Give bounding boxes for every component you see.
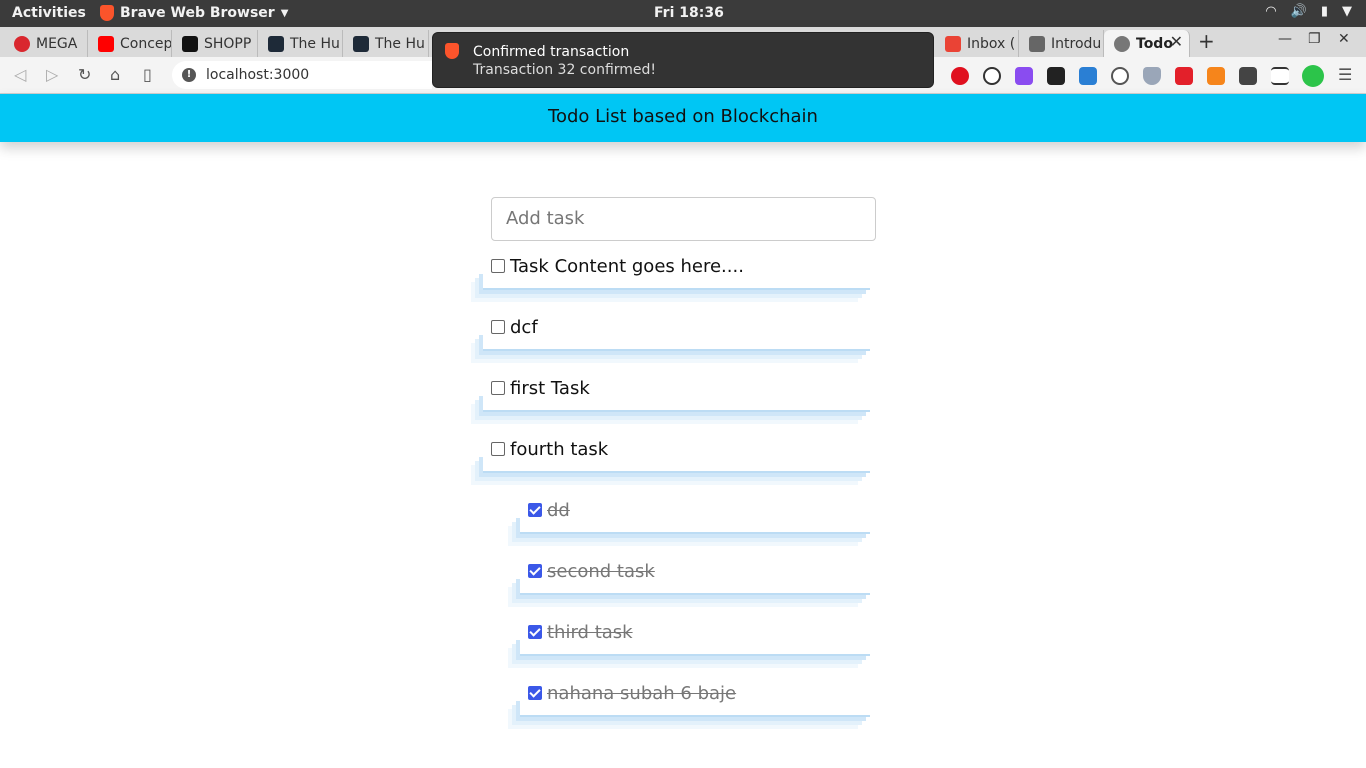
app-menu[interactable]: Brave Web Browser ▼ [100, 5, 288, 21]
task-item-completed[interactable]: nahana subah 6 baje [528, 681, 736, 705]
chevron-down-icon: ▼ [1342, 4, 1352, 19]
tab-label: The Hu [375, 35, 425, 52]
task-checkbox-checked[interactable] [528, 564, 542, 578]
task-checkbox[interactable] [491, 381, 505, 395]
mega-icon [14, 35, 30, 52]
tab-mega[interactable]: MEGA [4, 30, 88, 57]
notification-title: Confirmed transaction [473, 44, 630, 60]
task-item[interactable]: Task Content goes here.... [491, 254, 744, 278]
volume-icon: 🔊 [1290, 4, 1307, 19]
notification-body: Transaction 32 confirmed! [473, 62, 657, 78]
lh-extension-icon[interactable] [1047, 67, 1065, 85]
minimize-button[interactable]: — [1278, 31, 1292, 47]
opera-extension-icon[interactable] [951, 67, 969, 85]
hub-icon [353, 35, 369, 52]
transaction-notification[interactable]: Confirmed transaction Transaction 32 con… [432, 32, 934, 88]
task-checkbox-checked[interactable] [528, 503, 542, 517]
add-task-input[interactable]: Add task [491, 197, 876, 241]
task-checkbox[interactable] [491, 442, 505, 456]
a-extension-icon[interactable] [983, 67, 1001, 85]
tab-concept[interactable]: Concep [88, 30, 172, 57]
tab-label: Inbox ( [967, 35, 1016, 52]
address-bar[interactable]: ! localhost:3000 [172, 61, 432, 89]
task-item-completed[interactable]: dd [528, 498, 570, 522]
task-shadow [483, 329, 870, 349]
task-item-completed[interactable]: second task [528, 559, 655, 583]
task-label: nahana subah 6 baje [547, 682, 737, 704]
task-label: dcf [510, 316, 538, 338]
playlist-icon[interactable] [1271, 67, 1289, 85]
url-text: localhost:3000 [206, 67, 310, 83]
brave-icon [445, 43, 459, 59]
battery-icon: ▮ [1320, 4, 1328, 19]
menu-icon[interactable]: ☰ [1338, 65, 1352, 84]
gmail-icon [945, 35, 961, 52]
brave-icon [100, 5, 114, 21]
metamask-icon[interactable] [1207, 67, 1225, 85]
youtube-icon [98, 35, 114, 52]
y-logo-icon [182, 35, 198, 52]
task-label: first Task [510, 377, 590, 399]
profile-avatar[interactable] [1302, 65, 1324, 87]
task-label: third task [547, 621, 633, 643]
task-shadow [520, 512, 870, 532]
task-label: fourth task [510, 438, 609, 460]
puzzle-extensions-icon[interactable] [1239, 67, 1257, 85]
page-header: Todo List based on Blockchain [0, 94, 1366, 142]
tab-label: Concep [120, 35, 172, 52]
task-item-completed[interactable]: third task [528, 620, 633, 644]
page-title: Todo List based on Blockchain [548, 106, 818, 127]
tab-introduction[interactable]: Introdu [1019, 30, 1104, 57]
close-window-button[interactable]: ✕ [1338, 31, 1350, 47]
tab-label: SHOPP [204, 35, 252, 52]
task-item[interactable]: first Task [491, 376, 590, 400]
tab-label: The Hu [290, 35, 340, 52]
task-checkbox-checked[interactable] [528, 625, 542, 639]
task-checkbox[interactable] [491, 320, 505, 334]
task-item[interactable]: fourth task [491, 437, 608, 461]
tab-inbox[interactable]: Inbox ( [935, 30, 1019, 57]
system-tray[interactable]: ◠ 🔊 ▮ ▼ [1265, 4, 1352, 19]
circle-extension-icon[interactable] [1111, 67, 1129, 85]
chevron-down-icon: ▼ [280, 7, 289, 19]
tab-todo-active[interactable]: Todo ✕ [1104, 30, 1190, 57]
task-label: Task Content goes here.... [510, 255, 744, 277]
task-checkbox[interactable] [491, 259, 505, 273]
color-extension-icon[interactable] [1015, 67, 1033, 85]
tab-the-hub-2[interactable]: The Hu [343, 30, 429, 57]
add-task-placeholder: Add task [506, 208, 585, 229]
globe-icon [1114, 35, 1130, 52]
shield-extension-icon[interactable] [1143, 67, 1161, 85]
tab-label: MEGA [36, 35, 78, 52]
lt-extension-icon[interactable] [1079, 67, 1097, 85]
document-icon [1029, 35, 1045, 52]
wifi-icon: ◠ [1265, 4, 1277, 19]
site-info-icon[interactable]: ! [182, 68, 196, 82]
restore-button[interactable]: ❐ [1308, 31, 1321, 47]
task-label: second task [547, 560, 655, 582]
tab-shopping[interactable]: SHOPP [172, 30, 258, 57]
new-tab-button[interactable]: + [1198, 29, 1215, 53]
bookmark-button[interactable]: ▯ [143, 65, 152, 84]
app-name: Brave Web Browser [120, 5, 275, 21]
percent-extension-icon[interactable] [1175, 67, 1193, 85]
forward-button[interactable]: ▷ [46, 65, 58, 84]
close-tab-icon[interactable]: ✕ [1170, 32, 1183, 51]
clock[interactable]: Fri 18:36 [654, 5, 724, 21]
tab-label: Introdu [1051, 35, 1102, 52]
reload-button[interactable]: ↻ [78, 65, 91, 84]
system-top-bar: Activities Brave Web Browser ▼ Fri 18:36… [0, 0, 1366, 27]
task-checkbox-checked[interactable] [528, 686, 542, 700]
activities-button[interactable]: Activities [12, 5, 86, 21]
home-button[interactable]: ⌂ [110, 65, 120, 84]
hub-icon [268, 35, 284, 52]
back-button[interactable]: ◁ [14, 65, 26, 84]
task-item[interactable]: dcf [491, 315, 538, 339]
tab-label: Todo [1136, 35, 1173, 52]
tab-the-hub-1[interactable]: The Hu [258, 30, 343, 57]
task-label: dd [547, 499, 570, 521]
